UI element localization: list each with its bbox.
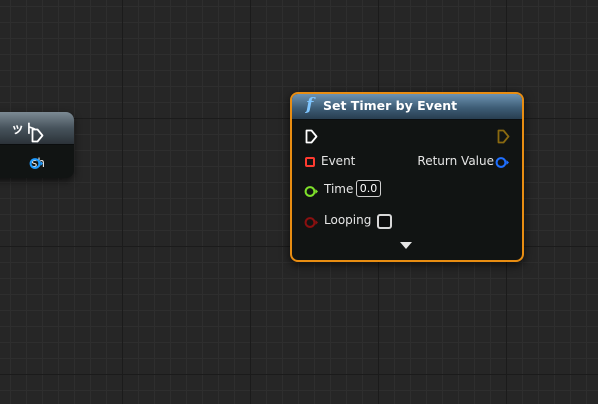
event-pin-label: Event (321, 154, 356, 168)
event-pin-icon[interactable] (305, 157, 315, 167)
looping-checkbox[interactable] (377, 214, 392, 229)
return-value-label: Return Value (417, 154, 494, 168)
return-value-pin-icon[interactable] (495, 156, 510, 169)
exec-out-pin-icon[interactable] (497, 129, 510, 144)
set-timer-node[interactable]: f Set Timer by Event Event Return Value … (290, 92, 524, 262)
exec-out-pin-icon[interactable] (31, 128, 44, 143)
node-title: Set Timer by Event (323, 98, 458, 113)
time-pin-icon[interactable] (304, 185, 319, 198)
looping-pin-icon[interactable] (304, 216, 319, 229)
set-timer-node-header[interactable]: f Set Timer by Event (292, 94, 522, 120)
time-pin-label: Time (324, 182, 354, 196)
function-icon: f (306, 95, 314, 115)
looping-pin-label: Looping (324, 213, 372, 227)
left-node[interactable]: ット sh (0, 112, 74, 178)
object-pin-icon[interactable] (29, 157, 44, 170)
exec-in-pin-icon[interactable] (305, 129, 318, 144)
time-input[interactable]: 0.0 (356, 180, 381, 197)
expand-arrow-icon[interactable] (400, 242, 412, 249)
